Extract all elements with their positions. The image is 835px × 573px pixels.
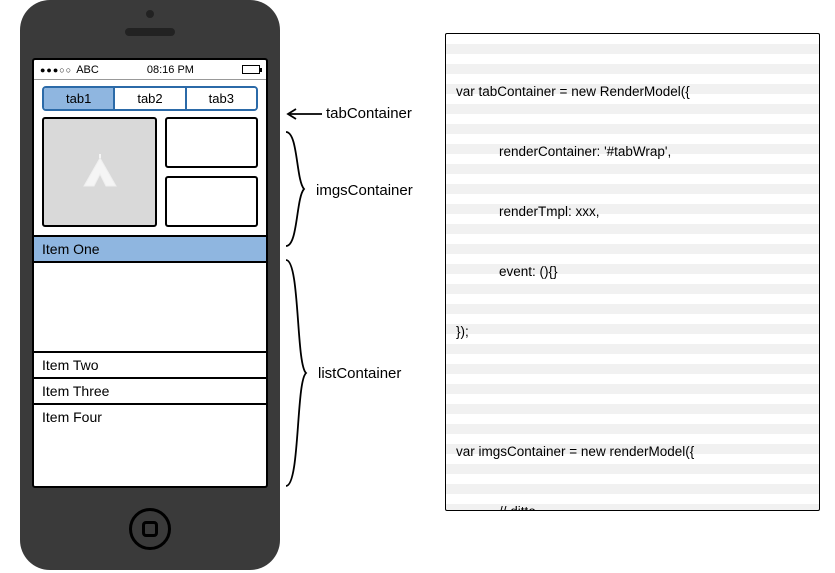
phone-screen: ●●●○○ ABC 08:16 PM tab1 tab2 tab3 xyxy=(32,58,268,488)
code-line: }); xyxy=(456,322,809,342)
code-line: event: (){} xyxy=(456,262,809,282)
code-line: var imgsContainer = new renderModel({ xyxy=(456,442,809,462)
list-item[interactable]: Item Three xyxy=(34,379,266,405)
imgs-container xyxy=(42,117,258,227)
phone-top xyxy=(20,0,280,58)
speaker-slot xyxy=(125,28,175,36)
thumb-1[interactable] xyxy=(165,117,258,168)
code-line xyxy=(456,382,809,402)
carrier-label: ABC xyxy=(76,64,99,76)
code-line: // ditto .... xyxy=(456,502,809,511)
label-tab: tabContainer xyxy=(326,105,412,122)
signal-icon: ●●●○○ xyxy=(40,65,72,75)
tent-icon xyxy=(80,152,120,192)
tab-1[interactable]: tab1 xyxy=(44,88,115,109)
thumb-2[interactable] xyxy=(165,176,258,227)
tab-2[interactable]: tab2 xyxy=(115,88,186,109)
list-item[interactable]: Item Two xyxy=(34,353,266,379)
list-item[interactable]: Item Four xyxy=(34,405,266,429)
tab-3[interactable]: tab3 xyxy=(187,88,256,109)
code-line: renderContainer: '#tabWrap', xyxy=(456,142,809,162)
code-line: renderTmpl: xxx, xyxy=(456,202,809,222)
label-imgs: imgsContainer xyxy=(316,182,413,199)
list-container: Item One Item Two Item Three Item Four xyxy=(34,235,266,429)
label-list: listContainer xyxy=(318,365,401,382)
clock: 08:16 PM xyxy=(147,64,194,76)
code-panel: var tabContainer = new RenderModel({ ren… xyxy=(445,33,820,511)
status-bar: ●●●○○ ABC 08:16 PM xyxy=(34,60,266,80)
home-icon xyxy=(142,521,158,537)
tab-container: tab1 tab2 tab3 xyxy=(42,86,258,111)
phone-frame: ●●●○○ ABC 08:16 PM tab1 tab2 tab3 xyxy=(20,0,280,570)
camera-dot xyxy=(146,10,154,18)
list-item-detail[interactable] xyxy=(34,263,266,353)
battery-icon xyxy=(242,65,260,74)
main-image[interactable] xyxy=(42,117,157,227)
list-item[interactable]: Item One xyxy=(34,237,266,263)
code-line: var tabContainer = new RenderModel({ xyxy=(456,82,809,102)
home-button[interactable] xyxy=(129,508,171,550)
